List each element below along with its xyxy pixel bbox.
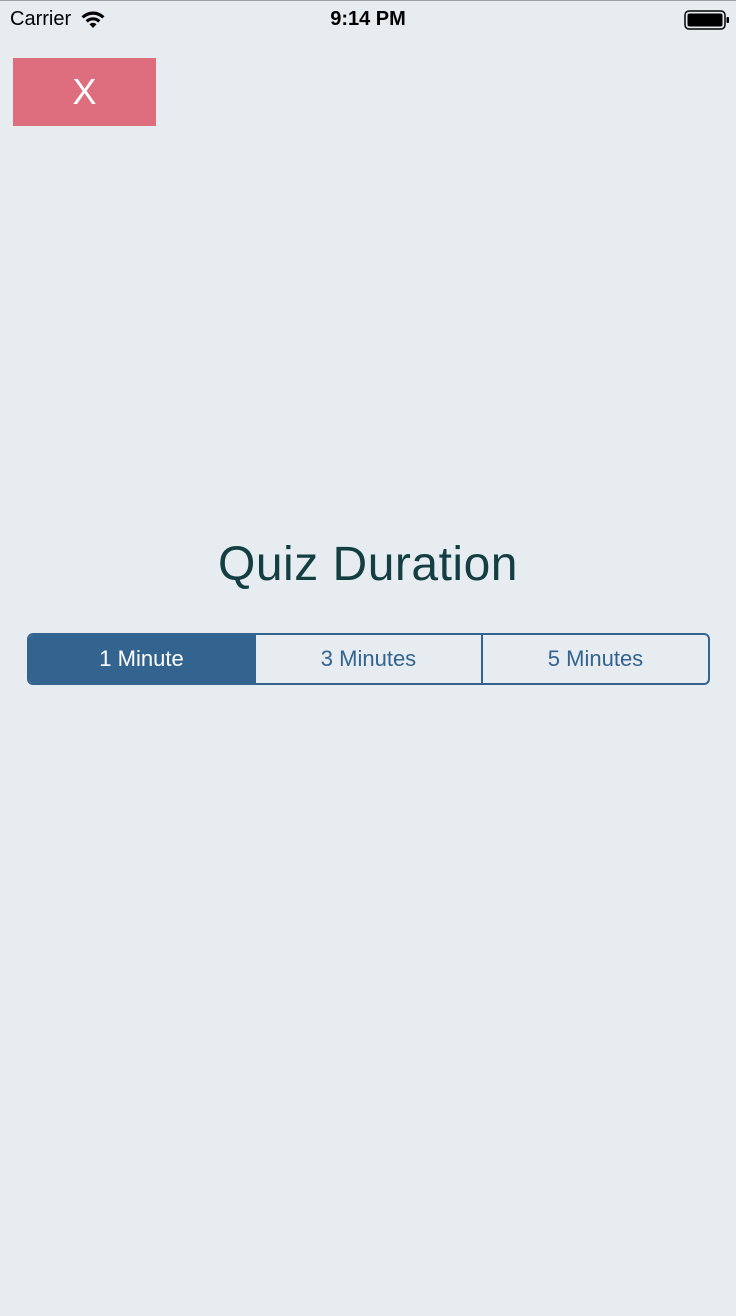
page-title: Quiz Duration (218, 538, 518, 591)
segment-1-minute[interactable]: 1 Minute (29, 635, 254, 683)
battery-icon (684, 10, 729, 30)
close-button-label: X (72, 71, 97, 112)
segment-5-minutes[interactable]: 5 Minutes (481, 635, 708, 683)
status-bar: Carrier 9:14 PM (0, 0, 736, 40)
close-button[interactable]: X (13, 58, 156, 126)
duration-segmented-control: 1 Minute 3 Minutes 5 Minutes (27, 633, 710, 685)
status-time: 9:14 PM (330, 8, 406, 30)
segment-3-minutes[interactable]: 3 Minutes (254, 635, 481, 683)
